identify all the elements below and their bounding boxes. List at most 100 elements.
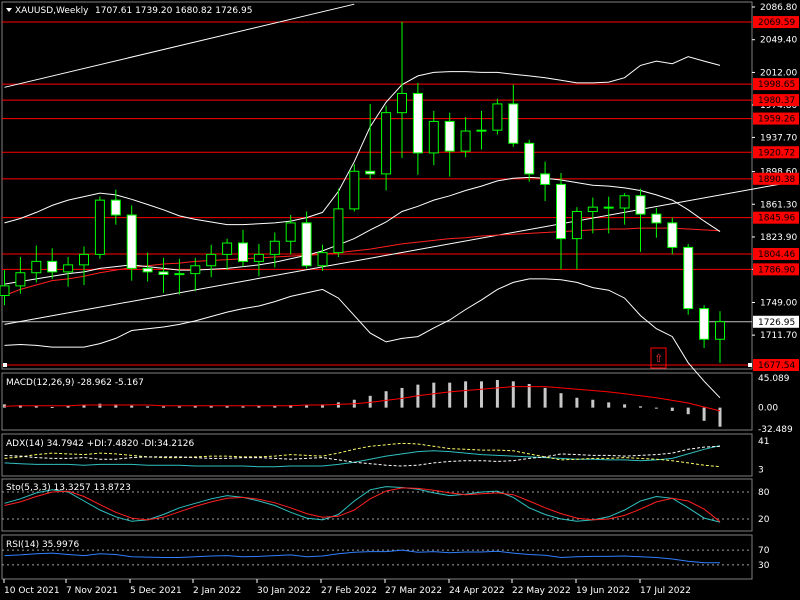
- price-tick-label: 2049.40: [760, 36, 797, 46]
- price-level-tag-label: 2069.59: [758, 18, 795, 28]
- macd-histogram-bar: [670, 407, 674, 411]
- macd-histogram-bar: [98, 403, 102, 408]
- candle-bull: [253, 253, 264, 262]
- price-tick-label: 1749.00: [760, 298, 797, 308]
- x-tick-label: 27 Mar 2022: [385, 586, 442, 596]
- x-tick-label: 17 Jul 2022: [640, 586, 691, 596]
- rsi-label: RSI(14) 35.9976: [6, 540, 79, 550]
- macd-histogram-bar: [130, 405, 134, 408]
- candle-bear: [142, 267, 153, 273]
- price-tick-label: 1711.70: [760, 331, 797, 341]
- current-price-tag-label: 1726.95: [758, 318, 795, 328]
- alert-arrow-icon[interactable]: ⇧: [654, 352, 663, 365]
- chart-background: [0, 0, 800, 600]
- level-marker-right: [748, 363, 752, 367]
- symbol-label: XAUUSD,Weekly: [15, 6, 89, 16]
- price-level-tag-label: 1677.54: [758, 361, 795, 371]
- x-tick-label: 2 Jan 2022: [193, 586, 241, 596]
- price-level-tag-label: 1890.38: [758, 175, 795, 185]
- macd-histogram-bar: [495, 380, 499, 408]
- macd-histogram-bar: [623, 404, 627, 408]
- price-level-tag-label: 1998.65: [758, 80, 795, 90]
- candle-bull: [397, 92, 407, 114]
- stoch-tick-label: 20: [758, 515, 770, 525]
- adx-tick-label: 3: [758, 466, 764, 476]
- macd-histogram-bar: [639, 406, 642, 408]
- macd-histogram-bar: [464, 381, 468, 408]
- x-tick-label: 27 Feb 2022: [321, 586, 377, 596]
- rsi-tick-label: 70: [758, 546, 770, 556]
- candle-bull: [285, 222, 296, 242]
- candle-bear: [603, 206, 614, 209]
- candle-bull: [333, 208, 344, 254]
- macd-histogram-bar: [686, 407, 690, 415]
- macd-histogram-bar: [559, 393, 563, 408]
- macd-histogram-bar: [607, 402, 611, 408]
- chart-canvas: 2086.802049.402012.001974.801937.701898.…: [0, 0, 800, 600]
- price-level-tag-label: 1980.37: [758, 96, 795, 106]
- candle-bear: [412, 92, 423, 154]
- macd-histogram-bar: [575, 397, 579, 408]
- candle-bull: [492, 103, 503, 131]
- candle-bear: [699, 308, 710, 340]
- candle-bull: [587, 206, 598, 213]
- candle-bear: [540, 173, 551, 185]
- candle-bull: [94, 199, 105, 255]
- candle-bear: [667, 222, 678, 248]
- candle-bear: [556, 183, 566, 240]
- macd-histogram-bar: [336, 402, 340, 408]
- candle-bull: [63, 264, 74, 273]
- price-level-tag-label: 1845.96: [758, 214, 795, 224]
- macd-histogram-bar: [368, 395, 372, 408]
- macd-tick-label: 45.089: [758, 374, 790, 384]
- candle-bear: [651, 213, 662, 224]
- candle-bull: [0, 285, 10, 296]
- candle-bull: [349, 170, 360, 210]
- x-tick-label: 19 Jun 2022: [576, 586, 630, 596]
- macd-histogram-bar: [591, 399, 595, 408]
- candle-bull: [428, 120, 439, 154]
- macd-histogram-bar: [527, 383, 531, 408]
- candle-bull: [174, 273, 185, 276]
- candle-bull: [571, 211, 582, 240]
- price-level-tag-label: 1959.26: [758, 115, 795, 125]
- adx-label: ADX(14) 34.7942 +DI:7.4820 -DI:34.2126: [6, 439, 195, 449]
- macd-histogram-bar: [654, 407, 658, 409]
- candle-bull: [222, 242, 233, 255]
- price-tick-label: 2012.00: [760, 68, 797, 78]
- candle-bear: [365, 170, 376, 175]
- ohlc-label: 1707.61 1739.20 1680.82 1726.95: [95, 6, 252, 16]
- macd-histogram-bar: [480, 381, 483, 408]
- candle-bull: [190, 265, 201, 275]
- candle-bull: [269, 240, 280, 255]
- x-tick-label: 7 Nov 2021: [66, 586, 118, 596]
- candle-bull: [79, 253, 89, 266]
- stoch-label: Sto(5,3,3) 13.3257 13.8723: [6, 483, 131, 493]
- macd-histogram-bar: [146, 406, 150, 408]
- candle-bull: [619, 195, 630, 209]
- candle-bear: [47, 260, 58, 273]
- price-level-tag-label: 1786.90: [758, 265, 795, 275]
- candle-bull: [460, 130, 471, 152]
- macd-histogram-bar: [50, 406, 54, 408]
- candle-bull: [15, 272, 26, 287]
- macd-histogram-bar: [241, 406, 245, 408]
- macd-histogram-bar: [702, 407, 706, 421]
- price-tick-label: 1823.90: [760, 233, 797, 243]
- candle-bear: [301, 222, 312, 267]
- macd-tick-label: -32.489: [758, 425, 793, 435]
- price-level-tag-label: 1920.72: [758, 148, 795, 158]
- candle-bear: [444, 120, 455, 152]
- candle-bear: [524, 142, 535, 175]
- level-marker-left: [3, 363, 7, 367]
- macd-label: MACD(12,26,9) -28.962 -5.167: [6, 378, 144, 388]
- candle-bear: [635, 195, 646, 215]
- candle-bear: [158, 271, 169, 275]
- rsi-tick-label: 30: [758, 561, 770, 571]
- x-tick-label: 10 Oct 2021: [4, 586, 60, 596]
- candle-bull: [381, 112, 392, 175]
- x-tick-label: 30 Jan 2022: [257, 586, 311, 596]
- candle-bull: [317, 252, 328, 267]
- candle-bull: [206, 253, 217, 267]
- candle-bear: [110, 199, 121, 216]
